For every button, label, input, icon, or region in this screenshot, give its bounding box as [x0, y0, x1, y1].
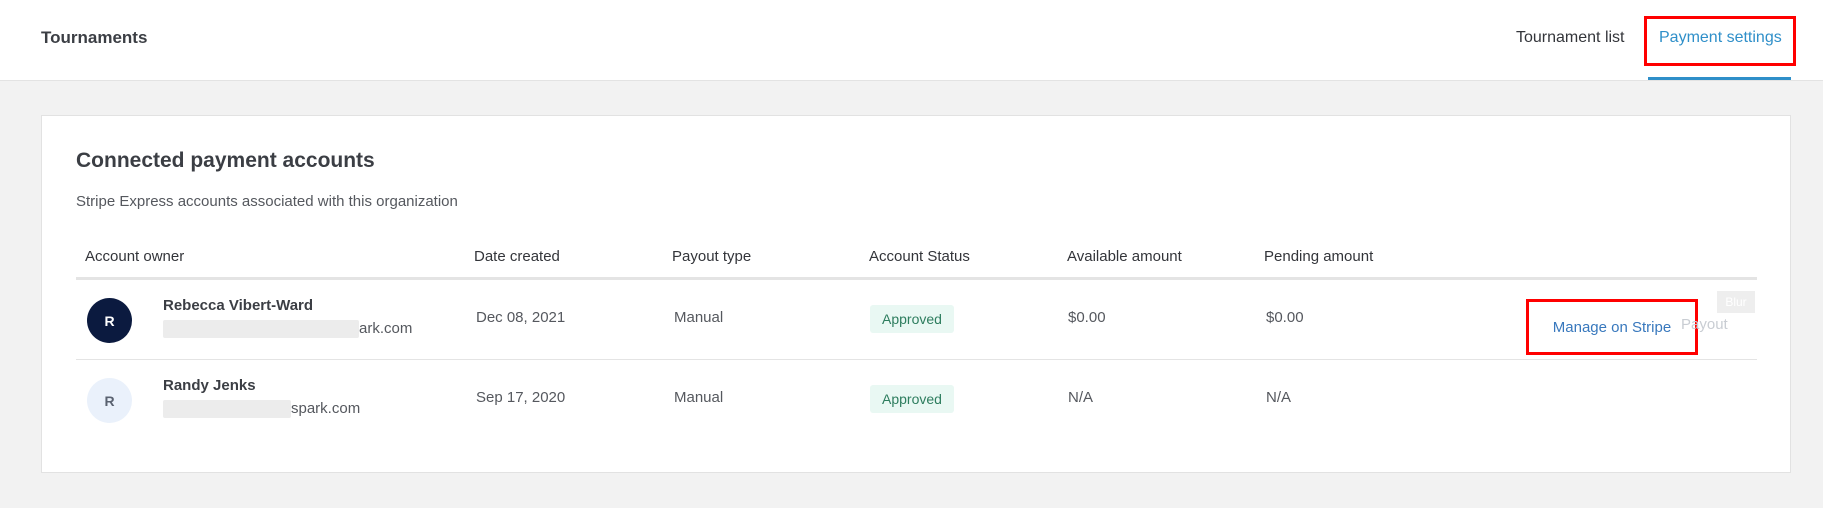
card-title: Connected payment accounts	[76, 149, 375, 172]
manage-on-stripe-button[interactable]: Manage on Stripe	[1526, 299, 1698, 355]
email-visible-part: spark.com	[291, 400, 361, 417]
available-amount: $0.00	[1068, 309, 1106, 326]
table-header-divider	[76, 277, 1757, 280]
redacted-email-part	[163, 400, 291, 419]
account-owner-email: ark.com	[163, 320, 413, 339]
column-header-available-amount: Available amount	[1067, 248, 1182, 265]
payout-type: Manual	[674, 309, 724, 326]
status-badge: Approved	[870, 305, 954, 333]
date-created: Sep 17, 2020	[476, 389, 566, 406]
blur-tag: Blur	[1717, 291, 1755, 313]
column-header-account-owner: Account owner	[85, 248, 185, 265]
email-visible-part: ark.com	[359, 320, 413, 337]
active-tab-indicator	[1648, 77, 1791, 80]
pending-amount: N/A	[1266, 389, 1292, 406]
date-created: Dec 08, 2021	[476, 309, 566, 326]
payout-button[interactable]: Payout	[1681, 316, 1728, 333]
redacted-email-part	[163, 320, 359, 339]
column-header-account-status: Account Status	[869, 248, 970, 265]
pending-amount: $0.00	[1266, 309, 1304, 326]
status-badge: Approved	[870, 385, 954, 413]
tab-tournament-list[interactable]: Tournament list	[1516, 29, 1625, 47]
column-header-date-created: Date created	[474, 248, 560, 265]
column-header-payout-type: Payout type	[672, 248, 752, 265]
payment-accounts-card: Connected payment accounts Stripe Expres…	[41, 115, 1791, 473]
available-amount: N/A	[1068, 389, 1094, 406]
card-subtitle: Stripe Express accounts associated with …	[76, 193, 458, 210]
avatar: R	[87, 378, 132, 423]
avatar: R	[87, 298, 132, 343]
account-owner-name: Rebecca Vibert-Ward	[163, 297, 314, 314]
column-header-pending-amount: Pending amount	[1264, 248, 1374, 265]
account-owner-name: Randy Jenks	[163, 377, 256, 394]
payout-type: Manual	[674, 389, 724, 406]
account-owner-email: spark.com	[163, 400, 361, 419]
row-divider	[76, 359, 1757, 360]
top-bar: Tournaments Tournament list Payment sett…	[0, 0, 1823, 81]
app-title: Tournaments	[41, 28, 148, 47]
tab-payment-settings[interactable]: Payment settings	[1659, 29, 1782, 47]
